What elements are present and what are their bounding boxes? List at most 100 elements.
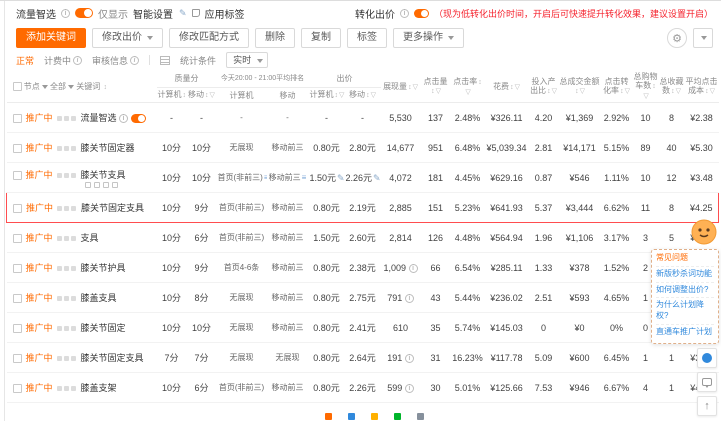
rank-trend-icon[interactable] (264, 173, 267, 182)
keyword-name[interactable]: 支具 (81, 233, 99, 243)
select-all-checkbox[interactable] (12, 82, 22, 91)
assistant-mascot-icon[interactable] (691, 219, 717, 245)
modify-match-button[interactable]: 修改匹配方式 (169, 28, 249, 48)
filter-icon[interactable] (580, 88, 585, 96)
copy-button[interactable]: 复制 (301, 28, 341, 48)
info-icon[interactable] (61, 8, 70, 18)
row-checkbox[interactable] (12, 170, 22, 180)
gear-icon[interactable] (667, 28, 687, 48)
keyword-name[interactable]: 膝关节固定 (81, 323, 126, 333)
smart-setting-link[interactable]: 智能设置 (133, 6, 173, 21)
sort-icon[interactable] (547, 88, 551, 96)
node-filter[interactable]: 节点 (24, 82, 48, 91)
feedback-chat-icon[interactable] (697, 371, 717, 392)
more-actions-button[interactable]: 更多操作 (393, 28, 464, 48)
row-hover-icons[interactable] (56, 353, 78, 363)
filter-tab-billing[interactable]: 计费中 (44, 54, 83, 67)
row-hover-icons[interactable] (56, 170, 78, 180)
row-hover-icons[interactable] (56, 113, 78, 123)
faq-link[interactable]: 为什么计划降权? (656, 297, 714, 324)
info-icon[interactable] (404, 293, 414, 303)
edit-icon[interactable] (179, 8, 187, 19)
traffic-smart-row-toggle[interactable] (130, 114, 146, 124)
sort-icon[interactable] (366, 92, 370, 100)
keyword-action-icons[interactable] (84, 181, 156, 188)
tag-button[interactable]: 标签 (347, 28, 387, 48)
sort-icon[interactable] (408, 84, 412, 92)
keyword-name[interactable]: 膝盖支架 (81, 383, 117, 393)
filter-icon[interactable] (625, 88, 630, 96)
sort-icon[interactable] (620, 88, 624, 96)
keyword-name[interactable]: 膝盖支具 (81, 293, 117, 303)
sort-icon[interactable] (705, 88, 709, 96)
service-icon[interactable] (697, 347, 717, 368)
conversion-bid-toggle[interactable] (413, 8, 429, 18)
faq-link[interactable]: 新版秒杀词功能 (656, 265, 714, 282)
info-icon[interactable] (408, 263, 418, 273)
filter-icon[interactable] (413, 84, 418, 92)
sort-icon[interactable] (671, 88, 675, 96)
row-hover-icons[interactable] (56, 233, 78, 243)
sort-icon[interactable] (335, 92, 339, 100)
row-checkbox[interactable] (12, 354, 22, 364)
faq-link[interactable]: 如何调整出价? (656, 281, 714, 298)
sort-icon[interactable] (183, 92, 187, 100)
keyword-name[interactable]: 流量智选 (81, 113, 117, 123)
sort-icon[interactable] (510, 84, 514, 92)
sort-icon[interactable] (205, 92, 209, 100)
keyword-name[interactable]: 膝关节护具 (81, 263, 126, 273)
scope-filter[interactable]: 全部 (50, 82, 74, 91)
row-hover-icons[interactable] (56, 263, 78, 273)
row-hover-icons[interactable] (56, 293, 78, 303)
filter-tab-normal[interactable]: 正常 (16, 54, 34, 67)
stat-period-select[interactable]: 实时 (226, 52, 269, 68)
keyword-name[interactable]: 膝关节固定器 (81, 143, 135, 153)
filter-icon[interactable] (210, 92, 215, 100)
filter-icon[interactable] (552, 88, 557, 96)
filter-icon[interactable] (436, 88, 441, 96)
filter-icon[interactable] (515, 84, 520, 92)
sort-icon[interactable] (103, 84, 107, 92)
info-icon[interactable] (404, 383, 414, 393)
info-icon[interactable] (404, 353, 414, 363)
row-checkbox[interactable] (12, 294, 22, 304)
filter-icon[interactable] (465, 89, 470, 97)
row-checkbox[interactable] (12, 114, 22, 124)
row-checkbox[interactable] (13, 204, 22, 214)
row-hover-icons[interactable] (56, 143, 78, 153)
edit-bid-icon[interactable] (337, 173, 344, 184)
column-setting-icon[interactable] (160, 55, 171, 65)
row-checkbox[interactable] (12, 384, 22, 394)
row-hover-icons[interactable] (56, 323, 78, 333)
modify-bid-button[interactable]: 修改出价 (92, 28, 163, 48)
faq-link[interactable]: 直通车推广计划 (656, 323, 714, 340)
back-to-top-icon[interactable] (697, 395, 717, 416)
filter-icon[interactable] (643, 93, 648, 101)
rank-trend-icon[interactable] (302, 173, 307, 182)
filter-icon[interactable] (371, 92, 376, 100)
delete-button[interactable]: 删除 (255, 28, 295, 48)
filter-icon[interactable] (339, 92, 344, 100)
filter-icon[interactable] (710, 88, 715, 96)
row-checkbox[interactable] (12, 144, 22, 154)
sort-icon[interactable] (478, 79, 482, 87)
row-checkbox[interactable] (12, 324, 22, 334)
sort-icon[interactable] (431, 88, 435, 96)
keyword-name[interactable]: 膝关节支具 (81, 170, 126, 180)
keyword-name[interactable]: 膝关节固定支具 (81, 203, 144, 213)
add-keyword-button[interactable]: 添加关键词 (16, 28, 86, 48)
traffic-smart-toggle[interactable] (75, 8, 93, 18)
keyword-name[interactable]: 膝关节固定支具 (81, 353, 144, 363)
info-icon[interactable] (399, 8, 409, 18)
row-checkbox[interactable] (12, 234, 22, 244)
filter-icon[interactable] (676, 88, 681, 96)
row-hover-icons[interactable] (56, 383, 78, 393)
apply-tag-link[interactable]: 应用标签 (205, 6, 245, 21)
edit-bid-icon[interactable] (373, 173, 380, 184)
row-checkbox[interactable] (12, 264, 22, 274)
row-hover-icons[interactable] (57, 203, 78, 213)
collapse-button[interactable] (693, 28, 713, 48)
sort-icon[interactable] (652, 83, 656, 91)
filter-tab-audit[interactable]: 审核信息 (92, 54, 140, 67)
sort-icon[interactable] (575, 88, 579, 96)
